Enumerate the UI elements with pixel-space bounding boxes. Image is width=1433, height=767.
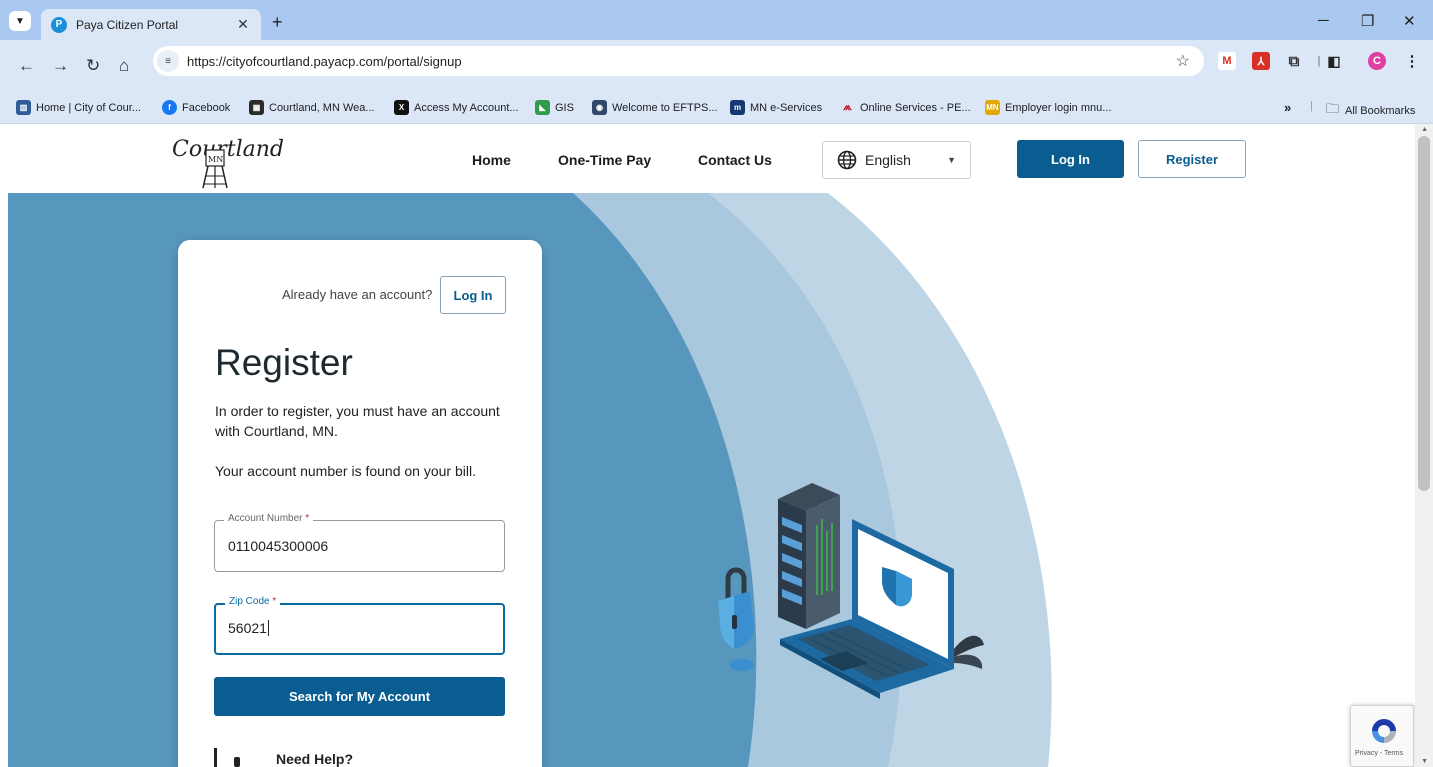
mn-eservices-icon: m: [730, 100, 745, 115]
bookmarks-overflow-button[interactable]: »: [1284, 100, 1291, 115]
water-tower-logo-icon: Courtland MN: [172, 137, 284, 189]
language-value: English: [865, 152, 911, 168]
scrollbar-thumb[interactable]: [1418, 136, 1430, 491]
bookmarks-divider: |: [1310, 100, 1313, 112]
bookmark-item[interactable]: m MN e-Services: [730, 100, 822, 115]
help-icon: [234, 757, 240, 767]
bookmark-item[interactable]: ▥ Home | City of Cour...: [16, 100, 141, 115]
extensions-puzzle-icon[interactable]: ⧉: [1285, 52, 1303, 70]
paya-favicon-icon: P: [51, 16, 67, 33]
scroll-up-icon[interactable]: ▲: [1421, 126, 1428, 133]
zip-code-label: Zip Code *: [225, 596, 281, 607]
gis-icon: ◣: [535, 100, 550, 115]
browser-menu-icon[interactable]: ⋮: [1403, 52, 1421, 70]
browser-tab-bar: ▼ P Paya Citizen Portal ✕ + ─ ❐ ✕: [0, 0, 1433, 40]
recaptcha-badge[interactable]: Privacy - Terms: [1350, 705, 1414, 767]
pera-icon: ⩕: [843, 101, 852, 113]
nav-contact-us-link[interactable]: Contact Us: [698, 152, 772, 168]
text-caret: [267, 620, 269, 636]
side-panel-icon[interactable]: ◧: [1325, 52, 1343, 70]
address-bar[interactable]: ≡ https://cityofcourtland.payacp.com/por…: [153, 46, 1204, 76]
city-hall-icon: ▥: [16, 100, 31, 115]
chevron-down-icon: ▼: [15, 15, 25, 27]
bookmark-item[interactable]: f Facebook: [162, 100, 230, 115]
bookmark-item[interactable]: ◉ Welcome to EFTPS...: [592, 100, 718, 115]
home-icon[interactable]: ⌂: [119, 56, 129, 76]
back-arrow-icon[interactable]: ←: [18, 56, 35, 76]
scroll-down-icon[interactable]: ▼: [1421, 758, 1428, 765]
gmail-icon[interactable]: M: [1218, 52, 1236, 70]
browser-tab-active[interactable]: P Paya Citizen Portal ✕: [41, 9, 261, 40]
recaptcha-icon: [1372, 719, 1396, 743]
zip-code-value[interactable]: 56021: [228, 620, 269, 636]
help-divider: [214, 748, 217, 767]
zip-code-field[interactable]: Zip Code * 56021: [214, 596, 505, 655]
bookmark-item[interactable]: X Access My Account...: [394, 100, 519, 115]
nav-one-time-pay-link[interactable]: One-Time Pay: [558, 152, 651, 168]
restore-icon[interactable]: ❐: [1361, 12, 1374, 30]
security-illustration: [718, 483, 984, 699]
url-text[interactable]: https://cityofcourtland.payacp.com/porta…: [187, 54, 1176, 69]
page-scrollbar[interactable]: ▲ ▼: [1415, 124, 1433, 767]
close-icon[interactable]: ✕: [235, 16, 251, 33]
nav-home-link[interactable]: Home: [472, 152, 511, 168]
recaptcha-privacy-terms[interactable]: Privacy - Terms: [1355, 750, 1403, 757]
courtland-logo[interactable]: Courtland MN: [170, 132, 290, 190]
folder-icon: 🗀: [1326, 101, 1340, 116]
tab-search-button[interactable]: ▼: [9, 11, 31, 31]
minimize-icon[interactable]: ─: [1318, 12, 1329, 29]
register-title: Register: [215, 342, 353, 383]
globe-icon: [837, 150, 857, 170]
bookmark-item[interactable]: ▦ Courtland, MN Wea...: [249, 100, 375, 115]
x-icon: X: [394, 100, 409, 115]
account-number-value[interactable]: 0110045300006: [228, 538, 328, 554]
forward-arrow-icon[interactable]: →: [52, 56, 69, 76]
bookmark-item[interactable]: MN Employer login mnu...: [985, 100, 1111, 115]
eftps-icon: ◉: [592, 100, 607, 115]
pdf-icon[interactable]: ⅄: [1252, 52, 1270, 70]
new-tab-plus-icon[interactable]: +: [272, 12, 283, 33]
bookmark-star-icon[interactable]: ☆: [1176, 51, 1190, 71]
tab-title: Paya Citizen Portal: [76, 17, 179, 32]
account-number-hint: Your account number is found on your bil…: [215, 463, 476, 479]
all-bookmarks-button[interactable]: 🗀 All Bookmarks: [1326, 100, 1415, 122]
bookmark-item[interactable]: ⩕ Online Services - PE...: [840, 100, 971, 115]
window-close-icon[interactable]: ✕: [1403, 12, 1416, 30]
header-register-button[interactable]: Register: [1138, 140, 1246, 178]
bookmark-item[interactable]: ◣ GIS: [535, 100, 574, 115]
site-header: Courtland MN Home One-Time Pay Contact U…: [0, 124, 1415, 193]
svg-text:MN: MN: [208, 155, 223, 164]
weather-icon: ▦: [249, 100, 264, 115]
search-account-button[interactable]: Search for My Account: [214, 677, 505, 716]
bookmarks-bar: ▥ Home | City of Cour... f Facebook ▦ Court…: [0, 92, 1433, 124]
register-card: Already have an account? Log In Register…: [178, 240, 542, 767]
facebook-icon: f: [162, 100, 177, 115]
header-login-button[interactable]: Log In: [1017, 140, 1124, 178]
caret-down-icon: ▼: [947, 155, 956, 165]
reload-icon[interactable]: ↻: [86, 56, 100, 76]
site-info-icon[interactable]: ≡: [157, 50, 179, 72]
profile-avatar[interactable]: C: [1368, 52, 1386, 70]
language-select[interactable]: English ▼: [822, 141, 971, 179]
account-number-label: Account Number *: [224, 513, 314, 524]
register-instructions: In order to register, you must have an a…: [215, 403, 500, 439]
svg-text:Courtland: Courtland: [172, 137, 284, 162]
already-have-account-text: Already have an account?: [282, 287, 433, 302]
account-number-field[interactable]: Account Number * 0110045300006: [214, 513, 505, 572]
employer-icon: MN: [985, 100, 1000, 115]
browser-toolbar: ← → ↻ ⌂ ≡ https://cityofcourtland.payacp…: [0, 40, 1433, 92]
card-login-button[interactable]: Log In: [440, 276, 506, 314]
need-help-link[interactable]: Need Help?: [276, 751, 353, 767]
page-viewport: Courtland MN Home One-Time Pay Contact U…: [0, 124, 1433, 767]
